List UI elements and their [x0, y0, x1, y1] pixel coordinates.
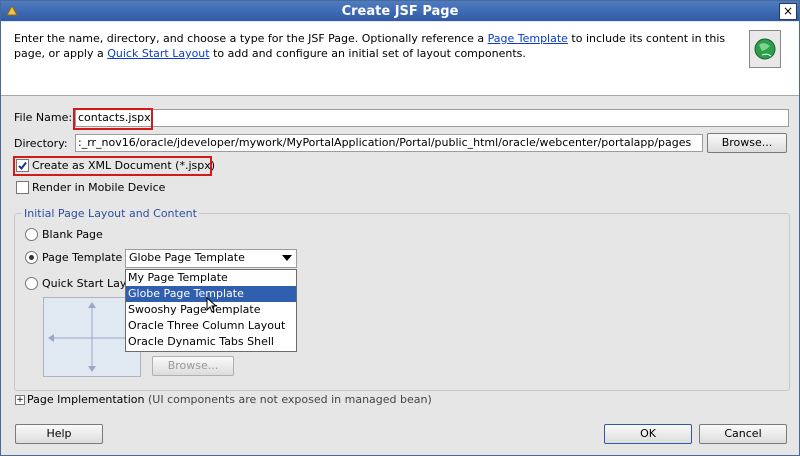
expand-icon[interactable]: + [15, 395, 25, 405]
page-template-selected: Globe Page Template [129, 251, 245, 264]
dropdown-option[interactable]: Oracle Three Column Layout [126, 318, 296, 334]
directory-label: Directory: [14, 137, 68, 150]
page-implementation-note: (UI components are not exposed in manage… [147, 393, 432, 406]
globe-icon [749, 30, 781, 68]
quick-start-layout-link[interactable]: Quick Start Layout [107, 47, 209, 60]
create-jsf-page-dialog: Create JSF Page × Enter the name, direct… [0, 0, 800, 456]
mobile-device-label: Render in Mobile Device [32, 181, 166, 194]
mouse-cursor-icon [206, 297, 218, 313]
blank-page-label: Blank Page [42, 228, 103, 241]
browse-directory-button[interactable]: Browse... [707, 133, 787, 153]
help-button[interactable]: Help [15, 424, 103, 444]
page-template-label: Page Template [42, 251, 123, 264]
dialog-title: Create JSF Page [341, 4, 459, 19]
initial-layout-title: Initial Page Layout and Content [22, 207, 199, 220]
file-name-label: File Name: [14, 111, 73, 124]
description-text: Enter the name, directory, and choose a … [14, 31, 729, 61]
quick-start-browse-button[interactable]: Browse... [152, 356, 234, 376]
page-template-link[interactable]: Page Template [488, 32, 568, 45]
quick-start-label: Quick Start Layo [42, 277, 134, 290]
description-part1: Enter the name, directory, and choose a … [14, 32, 488, 45]
ok-button[interactable]: OK [604, 424, 692, 444]
radio-selected-dot [29, 255, 34, 260]
dropdown-option[interactable]: My Page Template [126, 270, 296, 286]
quick-start-radio[interactable] [25, 277, 38, 290]
close-button[interactable]: × [779, 3, 797, 20]
dropdown-option[interactable]: Oracle Dynamic Tabs Shell [126, 334, 296, 350]
file-name-input[interactable]: contacts.jspx [75, 109, 789, 127]
description-panel: Enter the name, directory, and choose a … [1, 22, 799, 96]
file-name-highlight [73, 108, 153, 130]
page-template-radio[interactable] [25, 251, 38, 264]
title-bar: Create JSF Page × [1, 1, 799, 21]
page-template-select[interactable]: Globe Page Template [125, 249, 297, 268]
chevron-down-icon [282, 255, 292, 261]
page-implementation-label[interactable]: Page Implementation (UI components are n… [27, 393, 432, 406]
blank-page-radio[interactable] [25, 228, 38, 241]
xml-document-highlight [13, 156, 212, 176]
mobile-device-checkbox[interactable] [16, 181, 29, 194]
cancel-button[interactable]: Cancel [699, 424, 787, 444]
description-part3: to add and configure an initial set of l… [209, 47, 526, 60]
directory-input[interactable]: :_rr_nov16/oracle/jdeveloper/mywork/MyPo… [75, 134, 703, 152]
